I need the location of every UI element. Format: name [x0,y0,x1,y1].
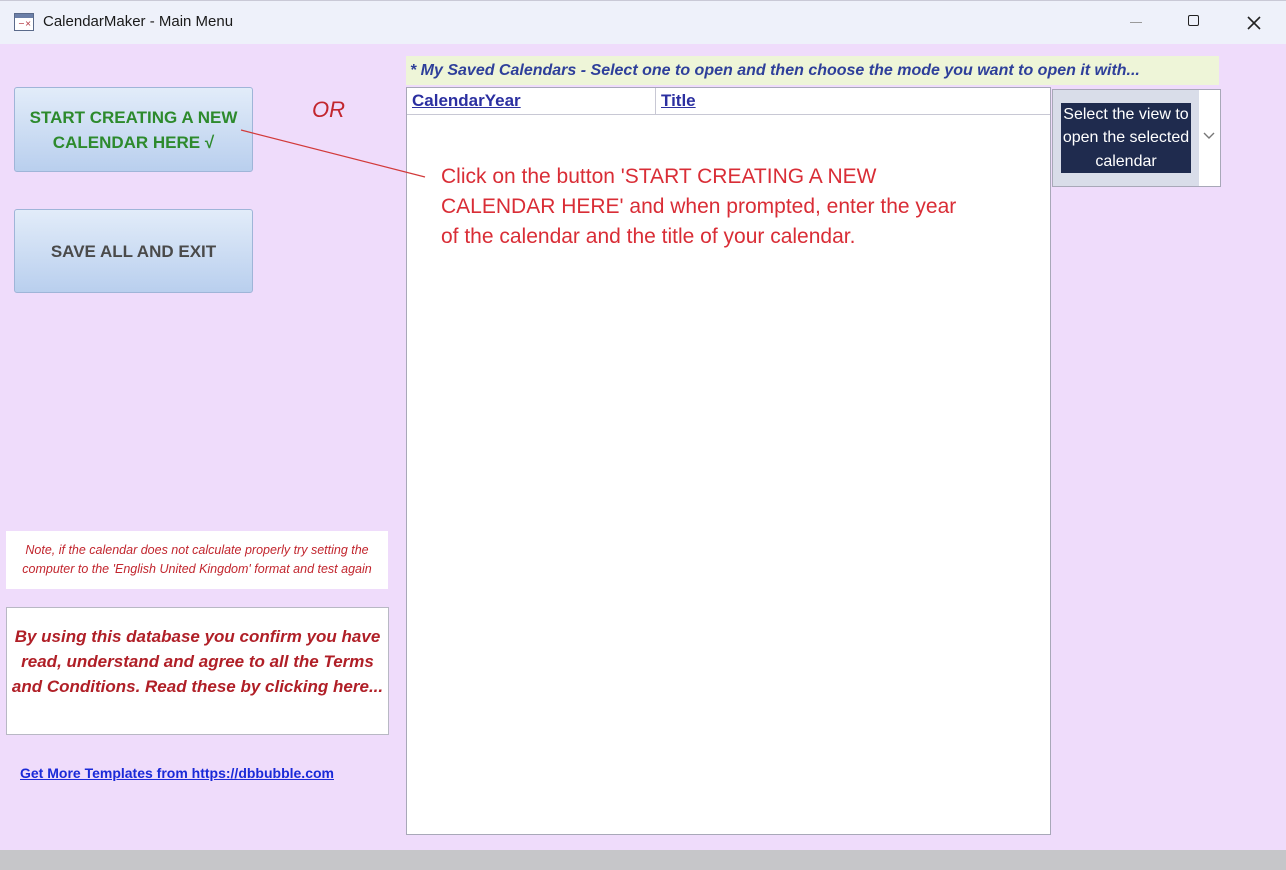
save-all-and-exit-button[interactable]: SAVE ALL AND EXIT [14,209,253,293]
minimize-icon [1130,22,1142,23]
minimize-button[interactable] [1116,7,1156,37]
more-templates-link[interactable]: Get More Templates from https://dbbubble… [20,765,334,781]
column-header-title[interactable]: Title [656,88,1050,114]
maximize-button[interactable] [1175,7,1215,37]
instruction-text: Click on the button 'START CREATING A NE… [441,165,957,248]
maximize-icon [1188,15,1199,26]
app-window: −× CalendarMaker - Main Menu START CREAT… [0,0,1286,870]
window-title: CalendarMaker - Main Menu [43,13,234,30]
main-menu-form: START CREATING A NEW CALENDAR HERE √ SAV… [0,44,1286,850]
access-form-icon: −× [14,13,34,31]
close-icon [1247,16,1261,30]
status-bar [0,850,1286,870]
title-bar[interactable]: −× CalendarMaker - Main Menu [0,0,1286,44]
view-select-combobox[interactable]: Select the view to open the selected cal… [1052,89,1221,187]
view-select-value: Select the view to open the selected cal… [1053,90,1199,186]
annotation-connector-line [240,129,426,178]
list-header: CalendarYear Title [407,88,1050,115]
chevron-down-icon[interactable] [1201,130,1217,142]
close-button[interactable] [1234,7,1274,37]
terms-and-conditions-link[interactable]: By using this database you confirm you h… [6,607,389,735]
view-select-placeholder: Select the view to open the selected cal… [1061,102,1191,174]
saved-calendars-header: * My Saved Calendars - Select one to ope… [406,56,1219,85]
column-header-calendar-year[interactable]: CalendarYear [407,88,656,114]
format-note: Note, if the calendar does not calculate… [6,531,388,589]
